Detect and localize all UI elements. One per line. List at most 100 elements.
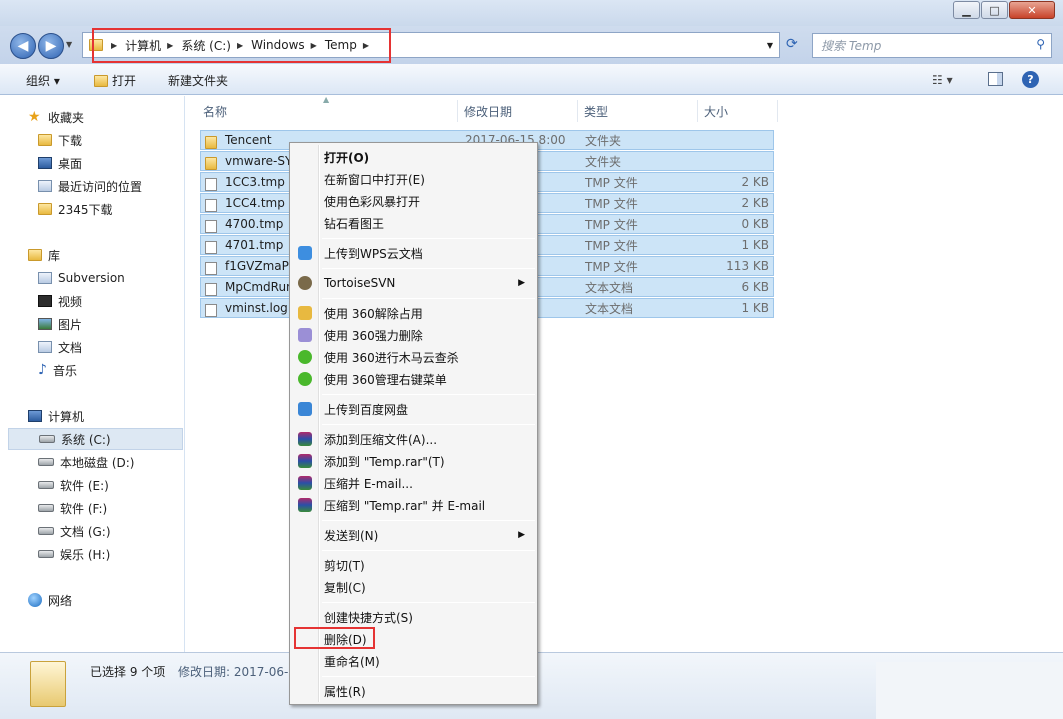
menu-copy[interactable]: 复制(C) — [292, 576, 535, 598]
menu-360-force-delete[interactable]: 使用 360强力删除 — [292, 324, 535, 346]
computer-icon — [28, 410, 42, 422]
nav-favorites[interactable]: ★ 收藏夹 — [28, 106, 84, 128]
menu-label: 重命名(M) — [324, 654, 380, 669]
nav-documents[interactable]: 文档 — [38, 336, 82, 358]
context-menu: 打开(O) 在新窗口中打开(E) 使用色彩风暴打开 钻石看图王 上传到WPS云文… — [289, 142, 538, 705]
tmp-file-icon — [205, 241, 217, 254]
wps-cloud-icon — [298, 246, 312, 260]
nav-label: 桌面 — [58, 156, 83, 171]
view-options-icon[interactable]: ☷ ▾ — [932, 73, 953, 87]
menu-label: 上传到百度网盘 — [324, 402, 409, 417]
menu-rename[interactable]: 重命名(M) — [292, 650, 535, 672]
menu-add-temp-rar[interactable]: 添加到 "Temp.rar"(T) — [292, 450, 535, 472]
menu-add-archive[interactable]: 添加到压缩文件(A)... — [292, 428, 535, 450]
nav-label: 图片 — [58, 317, 83, 332]
delete-highlight-box — [294, 627, 375, 649]
menu-open[interactable]: 打开(O) — [292, 146, 535, 168]
refresh-icon[interactable]: ⟳ — [786, 36, 798, 52]
file-type: TMP 文件 — [585, 238, 638, 253]
nav-label: Subversion — [58, 271, 125, 285]
menu-compress-email[interactable]: 压缩并 E-mail... — [292, 472, 535, 494]
desktop-icon — [38, 157, 52, 169]
address-dropdown-icon[interactable]: ▼ — [767, 41, 773, 50]
menu-send-to[interactable]: 发送到(N) ▶ — [292, 524, 535, 546]
menu-open-new-window[interactable]: 在新窗口中打开(E) — [292, 168, 535, 190]
close-button[interactable]: ✕ — [1009, 1, 1055, 19]
nav-videos[interactable]: 视频 — [38, 290, 82, 312]
menu-360-trojan-scan[interactable]: 使用 360进行木马云查杀 — [292, 346, 535, 368]
file-type: TMP 文件 — [585, 175, 638, 190]
recent-pages-chevron-icon[interactable]: ▼ — [66, 40, 72, 49]
open-button[interactable]: 打开 — [94, 72, 136, 89]
minimize-button[interactable]: ▁ — [953, 1, 980, 19]
column-name-label: 名称 — [203, 104, 228, 119]
tortoisesvn-icon — [298, 276, 312, 290]
new-folder-button[interactable]: 新建文件夹 — [168, 72, 228, 89]
forward-button[interactable]: ▶ — [38, 33, 64, 59]
nav-drive-g[interactable]: 文档 (G:) — [38, 520, 111, 542]
selected-modified-date: 修改日期: 2017-06-1 — [178, 665, 296, 679]
nav-recent-places[interactable]: 最近访问的位置 — [38, 175, 142, 197]
text-file-icon — [205, 283, 217, 296]
menu-label: 发送到(N) — [324, 528, 379, 543]
menu-open-color-storm[interactable]: 使用色彩风暴打开 — [292, 190, 535, 212]
nav-drive-c[interactable]: 系统 (C:) — [8, 428, 183, 450]
menu-cut[interactable]: 剪切(T) — [292, 554, 535, 576]
nav-favorites-label: 收藏夹 — [48, 110, 85, 125]
music-icon: ♪ — [38, 362, 47, 378]
column-type-label: 类型 — [584, 104, 609, 119]
title-bar: ▁ □ ✕ — [0, 0, 1063, 26]
menu-separator — [322, 520, 535, 521]
file-type: 文件夹 — [585, 154, 622, 169]
menu-label: 打开(O) — [324, 150, 370, 165]
nav-subversion[interactable]: Subversion — [38, 267, 125, 289]
nav-network[interactable]: 网络 — [28, 589, 72, 611]
menu-baidu-upload[interactable]: 上传到百度网盘 — [292, 398, 535, 420]
command-bar — [0, 64, 1063, 95]
nav-label: 娱乐 (H:) — [60, 547, 111, 562]
preview-pane-icon[interactable] — [988, 72, 1003, 86]
column-header-date[interactable]: 修改日期 — [458, 100, 578, 122]
column-header-size[interactable]: 大小 — [698, 100, 778, 122]
folder-icon — [38, 203, 52, 215]
baidu-netdisk-icon — [298, 402, 312, 416]
nav-label: 视频 — [58, 294, 83, 309]
nav-desktop[interactable]: 桌面 — [38, 152, 82, 174]
selection-thumbnail-icon — [30, 661, 66, 707]
search-input[interactable]: 搜索 Temp ⚲ — [812, 33, 1052, 58]
nav-computer-label: 计算机 — [48, 409, 85, 424]
help-icon[interactable]: ? — [1022, 71, 1039, 88]
nav-computer[interactable]: 计算机 — [28, 405, 84, 427]
nav-drive-e[interactable]: 软件 (E:) — [38, 474, 109, 496]
menu-properties[interactable]: 属性(R) — [292, 680, 535, 702]
back-button[interactable]: ◀ — [10, 33, 36, 59]
menu-label: 上传到WPS云文档 — [324, 246, 423, 261]
navigation-pane: ★ 收藏夹 下载 桌面 最近访问的位置 2345下载 库 Subversion 视… — [0, 96, 185, 652]
nav-libraries[interactable]: 库 — [28, 244, 60, 266]
organize-button[interactable]: 组织 ▾ — [26, 72, 60, 89]
menu-zuanshi-viewer[interactable]: 钻石看图王 — [292, 212, 535, 234]
nav-downloads[interactable]: 下载 — [38, 129, 82, 151]
nav-2345-downloads[interactable]: 2345下载 — [38, 198, 113, 220]
column-header-name[interactable]: 名称 — [197, 100, 458, 122]
menu-label: 在新窗口中打开(E) — [324, 172, 425, 187]
star-icon: ★ — [28, 109, 41, 125]
nav-drive-h[interactable]: 娱乐 (H:) — [38, 543, 110, 565]
column-header-type[interactable]: 类型 — [578, 100, 698, 122]
submenu-arrow-icon: ▶ — [518, 530, 525, 540]
menu-360-unlock[interactable]: 使用 360解除占用 — [292, 302, 535, 324]
nav-drive-d[interactable]: 本地磁盘 (D:) — [38, 451, 134, 473]
menu-tortoisesvn[interactable]: TortoiseSVN ▶ — [292, 272, 535, 294]
file-type: TMP 文件 — [585, 217, 638, 232]
menu-compress-temp-email[interactable]: 压缩到 "Temp.rar" 并 E-mail — [292, 494, 535, 516]
downloads-folder-icon — [38, 134, 52, 146]
search-icon[interactable]: ⚲ — [1036, 37, 1045, 51]
maximize-button[interactable]: □ — [981, 1, 1008, 19]
menu-wps-upload[interactable]: 上传到WPS云文档 — [292, 242, 535, 264]
nav-music[interactable]: ♪ 音乐 — [38, 359, 77, 381]
menu-create-shortcut[interactable]: 创建快捷方式(S) — [292, 606, 535, 628]
nav-pictures[interactable]: 图片 — [38, 313, 82, 335]
menu-360-manage-context[interactable]: 使用 360管理右键菜单 — [292, 368, 535, 390]
winrar-icon — [298, 432, 312, 446]
nav-drive-f[interactable]: 软件 (F:) — [38, 497, 107, 519]
